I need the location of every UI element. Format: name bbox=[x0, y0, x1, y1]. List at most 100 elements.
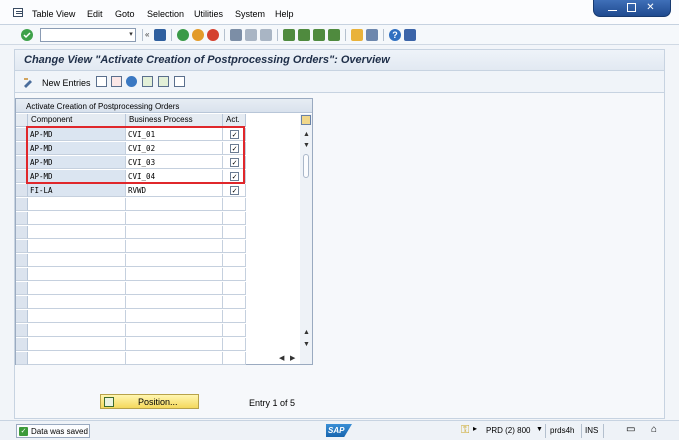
row-selector[interactable] bbox=[16, 296, 28, 309]
previous-page-icon[interactable] bbox=[298, 29, 310, 41]
row-selector[interactable] bbox=[16, 352, 28, 365]
menu-system[interactable]: System bbox=[235, 9, 265, 19]
cell-component[interactable] bbox=[28, 268, 126, 281]
cell-business-process[interactable] bbox=[126, 324, 223, 337]
menu-table-view[interactable]: Table View bbox=[32, 9, 75, 19]
save-icon[interactable] bbox=[154, 29, 166, 41]
application-toolbar: New Entries bbox=[14, 71, 665, 93]
row-selector[interactable] bbox=[16, 324, 28, 337]
cell-business-process[interactable] bbox=[126, 282, 223, 295]
row-selector[interactable] bbox=[16, 268, 28, 281]
row-selector[interactable] bbox=[16, 310, 28, 323]
help-icon[interactable]: ? bbox=[389, 29, 401, 41]
status-message[interactable]: ✓ Data was saved bbox=[16, 424, 90, 438]
active-checkbox[interactable]: ✓ bbox=[230, 186, 239, 195]
cell-component[interactable] bbox=[28, 352, 126, 365]
status-unlock-icon[interactable]: ▭ bbox=[626, 424, 635, 435]
deselect-all-icon[interactable] bbox=[174, 76, 185, 87]
cell-component[interactable] bbox=[28, 254, 126, 267]
cell-active bbox=[223, 282, 246, 295]
enter-icon[interactable] bbox=[21, 29, 33, 41]
row-selector[interactable] bbox=[16, 254, 28, 267]
cell-business-process[interactable] bbox=[126, 198, 223, 211]
new-entries-button[interactable]: New Entries bbox=[42, 78, 91, 88]
cell-business-process[interactable] bbox=[126, 212, 223, 225]
cell-business-process[interactable] bbox=[126, 268, 223, 281]
cell-active bbox=[223, 254, 246, 267]
menu-help[interactable]: Help bbox=[275, 9, 294, 19]
cell-component[interactable] bbox=[28, 296, 126, 309]
scroll-page-up-icon[interactable]: ▲ bbox=[303, 329, 310, 336]
vertical-scrollbar[interactable]: ▲ ▼ ▲ ▼ bbox=[300, 114, 312, 364]
cell-business-process[interactable] bbox=[126, 352, 223, 365]
row-selector[interactable] bbox=[16, 184, 28, 197]
select-all-icon[interactable] bbox=[142, 76, 153, 87]
cell-component[interactable] bbox=[28, 310, 126, 323]
cell-active bbox=[223, 324, 246, 337]
menu-goto[interactable]: Goto bbox=[115, 9, 135, 19]
cell-component[interactable] bbox=[28, 198, 126, 211]
cell-component[interactable] bbox=[28, 212, 126, 225]
select-block-icon[interactable] bbox=[158, 76, 169, 87]
cell-business-process[interactable] bbox=[126, 338, 223, 351]
close-icon[interactable]: ✕ bbox=[646, 3, 655, 13]
cell-business-process[interactable] bbox=[126, 254, 223, 267]
scroll-page-down-icon[interactable]: ▼ bbox=[303, 341, 310, 348]
menu-edit[interactable]: Edit bbox=[87, 9, 103, 19]
next-page-icon[interactable] bbox=[313, 29, 325, 41]
cell-component[interactable] bbox=[28, 240, 126, 253]
cell-business-process[interactable] bbox=[126, 310, 223, 323]
cell-component[interactable] bbox=[28, 324, 126, 337]
cell-business-process[interactable] bbox=[126, 240, 223, 253]
display-change-icon[interactable] bbox=[23, 77, 34, 88]
cell-component[interactable] bbox=[28, 338, 126, 351]
row-selector[interactable] bbox=[16, 338, 28, 351]
copy-icon[interactable] bbox=[96, 76, 107, 87]
shortcut-icon[interactable] bbox=[366, 29, 378, 41]
cell-component[interactable] bbox=[28, 282, 126, 295]
delete-icon[interactable] bbox=[111, 76, 122, 87]
find-next-icon[interactable] bbox=[260, 29, 272, 41]
scroll-down-icon[interactable]: ▼ bbox=[303, 142, 310, 149]
scrollbar-thumb[interactable] bbox=[303, 154, 309, 178]
table-settings-icon[interactable] bbox=[301, 115, 311, 125]
system-dropdown-icon[interactable]: ▼ bbox=[536, 426, 543, 433]
maximize-icon[interactable] bbox=[627, 3, 636, 12]
system-info[interactable]: PRD (2) 800 bbox=[486, 426, 530, 435]
cell-business-process[interactable] bbox=[126, 226, 223, 239]
command-dropdown-icon[interactable]: ▾ bbox=[126, 28, 136, 42]
customize-icon[interactable] bbox=[404, 29, 416, 41]
exit-icon[interactable] bbox=[192, 29, 204, 41]
table-title-bar: Activate Creation of Postprocessing Orde… bbox=[16, 99, 312, 113]
find-icon[interactable] bbox=[245, 29, 257, 41]
scroll-up-icon[interactable]: ▲ bbox=[303, 131, 310, 138]
row-selector[interactable] bbox=[16, 212, 28, 225]
row-selector[interactable] bbox=[16, 282, 28, 295]
command-field[interactable] bbox=[40, 28, 136, 42]
row-selector[interactable] bbox=[16, 226, 28, 239]
cell-business-process[interactable] bbox=[126, 296, 223, 309]
scroll-left-icon[interactable]: ◀ bbox=[279, 354, 284, 362]
menu-selection[interactable]: Selection bbox=[147, 9, 184, 19]
row-selector[interactable] bbox=[16, 198, 28, 211]
cell-active bbox=[223, 268, 246, 281]
status-separator bbox=[545, 424, 546, 438]
cell-component[interactable] bbox=[28, 226, 126, 239]
menu-icon[interactable] bbox=[13, 8, 23, 17]
last-page-icon[interactable] bbox=[328, 29, 340, 41]
position-button[interactable]: Position... bbox=[100, 394, 199, 409]
cancel-icon[interactable] bbox=[207, 29, 219, 41]
print-icon[interactable] bbox=[230, 29, 242, 41]
insert-mode[interactable]: INS bbox=[585, 426, 598, 435]
new-session-icon[interactable] bbox=[351, 29, 363, 41]
lock-icon[interactable]: ⌂ bbox=[651, 424, 657, 435]
minimize-icon[interactable] bbox=[608, 10, 617, 12]
row-selector[interactable] bbox=[16, 240, 28, 253]
menu-utilities[interactable]: Utilities bbox=[194, 9, 223, 19]
status-expand-icon[interactable]: ▸ bbox=[473, 424, 477, 433]
undo-icon[interactable] bbox=[126, 76, 137, 87]
collapse-icon[interactable]: « bbox=[145, 30, 149, 39]
first-page-icon[interactable] bbox=[283, 29, 295, 41]
scroll-right-icon[interactable]: ▶ bbox=[290, 354, 295, 362]
back-icon[interactable] bbox=[177, 29, 189, 41]
